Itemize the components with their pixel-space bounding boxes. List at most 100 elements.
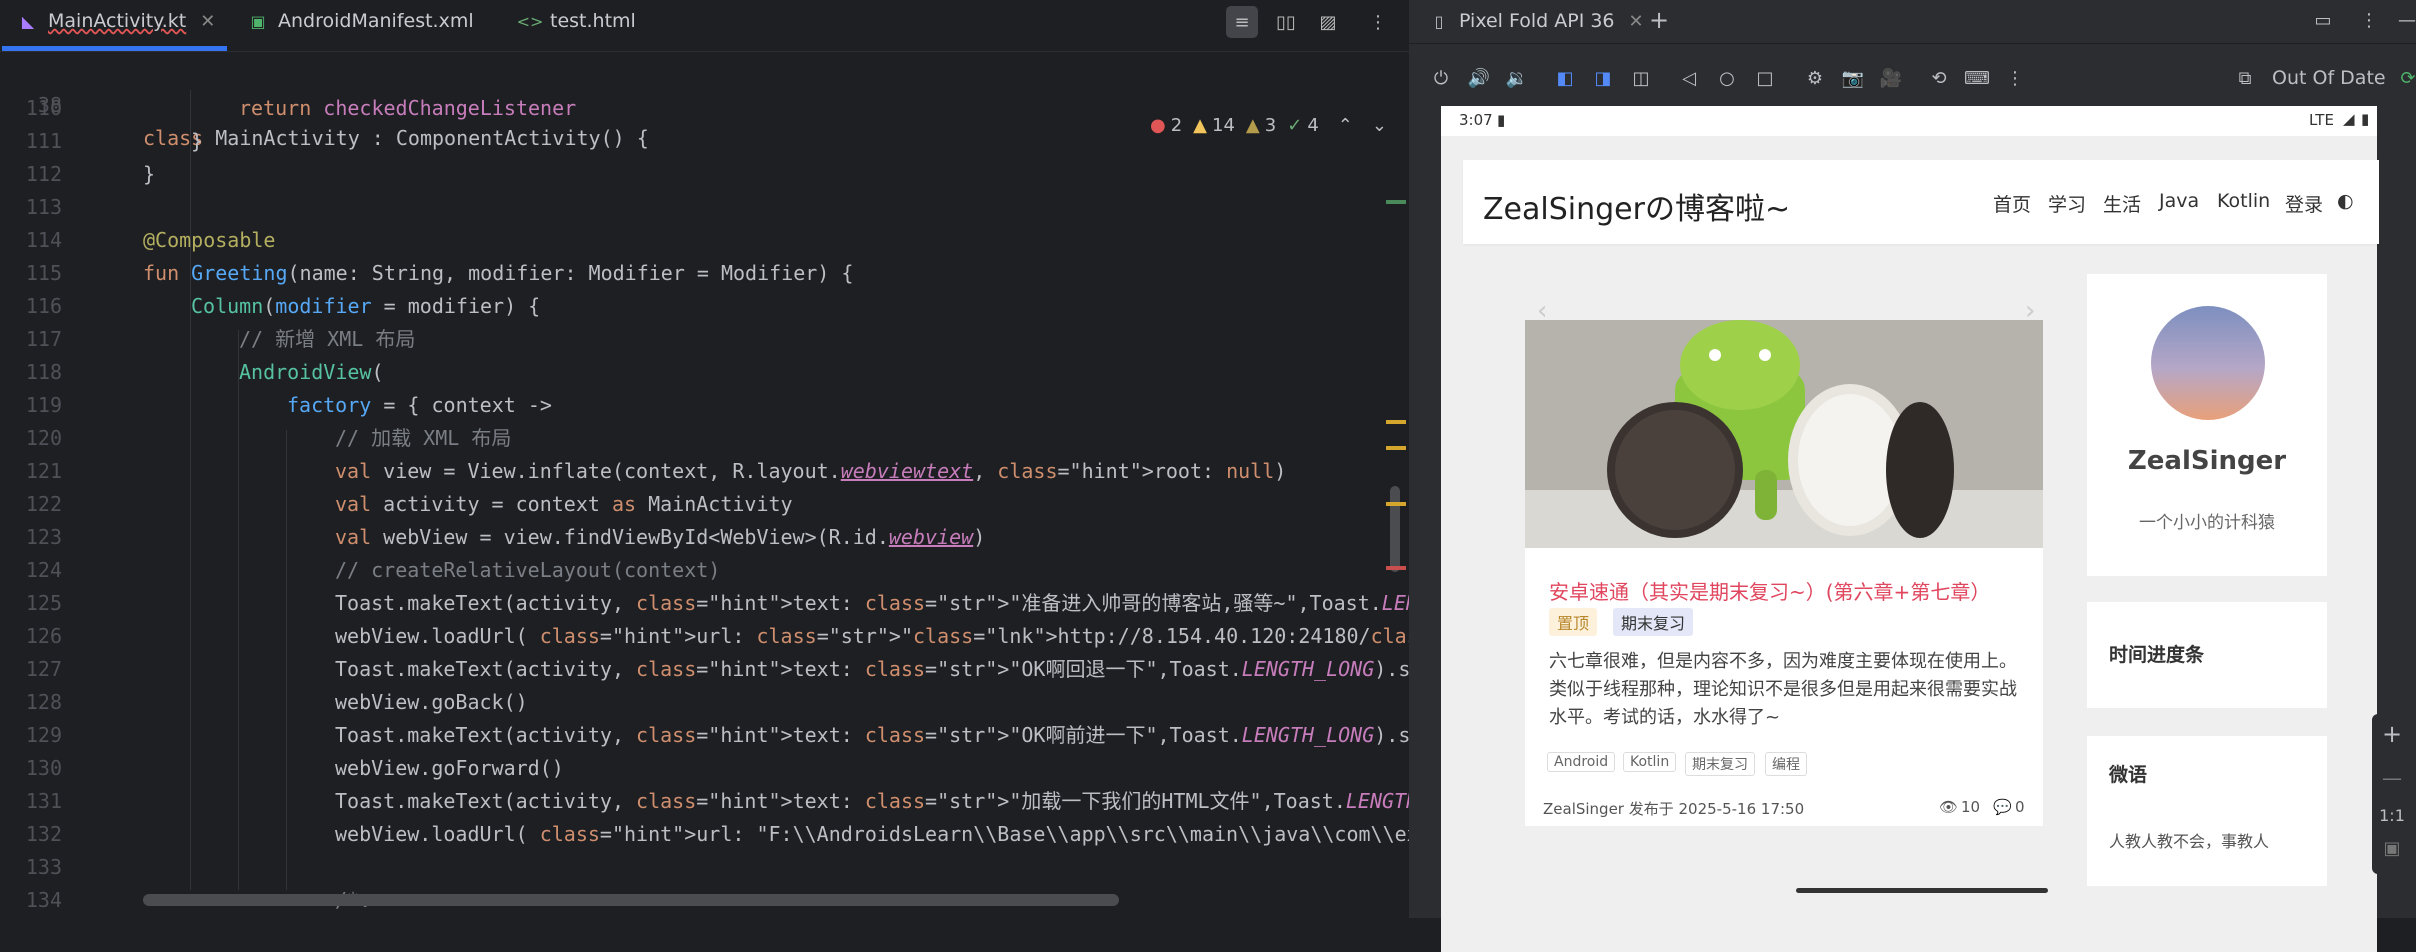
code-line[interactable]: 118 AndroidView( xyxy=(0,356,1409,389)
screenshot-icon[interactable]: 📷 xyxy=(1839,64,1867,92)
back-icon[interactable]: ◁ xyxy=(1675,64,1703,92)
tab-test-html[interactable]: <> test.html xyxy=(517,0,636,42)
profile-card: ZealSinger 一个小小的计科猿 xyxy=(2087,274,2327,576)
code-line[interactable]: 114 @Composable xyxy=(0,224,1409,257)
post-title[interactable]: 安卓速通（其实是期末复习~）(第六章+第七章） xyxy=(1549,576,1990,605)
gesture-nav-pill[interactable] xyxy=(1796,888,2048,893)
nav-kotlin[interactable]: Kotlin xyxy=(2217,190,2270,212)
more-icon[interactable]: ⋮ xyxy=(2001,64,2029,92)
post-summary: 六七章很难，但是内容不多，因为难度主要体现在使用上。类似于线程那种，理论知识不是… xyxy=(1549,651,2017,728)
micro-post-text: 人教人教不会，事教人 xyxy=(2109,832,2270,851)
pinned-badge: 置顶 xyxy=(1549,608,1598,636)
code-line[interactable]: 132 webView.loadUrl( class="hint">url: "F… xyxy=(0,818,1599,851)
record-icon[interactable]: 🎥 xyxy=(1877,64,1905,92)
line-number: 133 xyxy=(25,855,62,879)
device-settings-icon[interactable]: ⚙ xyxy=(1801,64,1829,92)
line-number: 124 xyxy=(25,558,62,582)
tab-mainactivity[interactable]: ◣ MainActivity.kt ✕ xyxy=(18,0,215,42)
more-icon[interactable]: ⋮ xyxy=(1362,6,1394,38)
fold-icon[interactable]: ◧ xyxy=(1551,64,1579,92)
vertical-scrollbar[interactable] xyxy=(1390,486,1400,572)
zoom-in-icon[interactable]: + xyxy=(2372,720,2412,748)
code-line[interactable]: 116 Column(modifier = modifier) { xyxy=(0,290,1409,323)
tab-androidmanifest[interactable]: ▣ AndroidManifest.xml xyxy=(248,0,473,42)
line-number: 111 xyxy=(25,129,62,153)
code-line[interactable]: 110 return checkedChangeListener xyxy=(0,92,1409,125)
close-icon[interactable]: ✕ xyxy=(1629,11,1644,32)
active-tab-indicator xyxy=(2,46,227,51)
zoom-actual-size[interactable]: 1:1 xyxy=(2372,806,2412,825)
category-badge[interactable]: 期末复习 xyxy=(1613,608,1694,636)
avatar[interactable] xyxy=(2151,306,2265,420)
nav-home[interactable]: 首页 xyxy=(1993,190,2031,217)
code-line[interactable]: 122 val activity = context as MainActivit… xyxy=(0,488,1409,521)
unfold-icon[interactable]: ◫ xyxy=(1627,64,1655,92)
more-icon[interactable]: ⋮ xyxy=(2355,6,2383,34)
phone-screen[interactable]: 3:07 ▮ LTE ◢ ▮ ZealSingerの博客啦~ 首页 学习 生活 … xyxy=(1441,106,2379,952)
device-tab-bar: ▯ Pixel Fold API 36 ✕ + ▭ ⋮ — xyxy=(1409,0,2416,44)
close-icon[interactable]: ✕ xyxy=(200,11,215,32)
line-code: webView.goForward() xyxy=(335,756,564,780)
code-line[interactable]: 113 xyxy=(0,191,1409,224)
line-code: } xyxy=(143,162,156,186)
power-icon[interactable]: ⏻ xyxy=(1427,64,1455,92)
error-stripe-marks xyxy=(1386,200,1406,204)
code-line[interactable]: 111} xyxy=(0,125,1409,158)
volume-up-icon[interactable]: 🔊 xyxy=(1465,64,1493,92)
mirror-icon[interactable]: ⧉ xyxy=(2231,64,2259,92)
zoom-out-icon[interactable]: — xyxy=(2372,766,2412,790)
post-tag[interactable]: Android xyxy=(1547,752,1616,772)
nav-login[interactable]: 登录 xyxy=(2285,190,2323,217)
nav-java[interactable]: Java xyxy=(2159,190,2199,212)
code-line[interactable]: 127 Toast.makeText(activity, class="hint"… xyxy=(0,653,1471,686)
minimize-icon[interactable]: — xyxy=(2393,6,2416,34)
home-icon[interactable]: ○ xyxy=(1713,64,1741,92)
code-line[interactable]: 115 fun Greeting(name: String, modifier: … xyxy=(0,257,1409,290)
code-line[interactable]: 123 val webView = view.findViewById<WebVi… xyxy=(0,521,1409,554)
post-tag[interactable]: 编程 xyxy=(1765,752,1807,776)
line-code: webView.goBack() xyxy=(335,690,528,714)
code-line[interactable]: 125 Toast.makeText(activity, class="hint"… xyxy=(0,587,1611,620)
device-tab[interactable]: ▯ Pixel Fold API 36 ✕ xyxy=(1429,0,1644,42)
code-line[interactable]: 133 xyxy=(0,851,1409,884)
post-card[interactable]: 安卓速通（其实是期末复习~）(第六章+第七章） 置顶 期末复习 六七章很难，但是… xyxy=(1525,320,2043,826)
line-number: 113 xyxy=(25,195,62,219)
code-line[interactable]: 121 val view = View.inflate(context, R.la… xyxy=(0,455,1409,488)
code-line[interactable]: 131 Toast.makeText(activity, class="hint"… xyxy=(0,785,1575,818)
line-code: // 新增 XML 布局 xyxy=(239,327,416,351)
code-line[interactable]: 128 webView.goBack() xyxy=(0,686,1409,719)
split-view-icon[interactable]: ▯▯ xyxy=(1270,6,1302,38)
warning-stripe-marks xyxy=(1386,420,1406,450)
code-view-icon[interactable]: ≡ xyxy=(1226,6,1258,38)
post-tag[interactable]: 期末复习 xyxy=(1685,752,1755,776)
code-line[interactable]: 120 // 加载 XML 布局 xyxy=(0,422,1409,455)
overview-icon[interactable]: □ xyxy=(1751,64,1779,92)
nav-life[interactable]: 生活 xyxy=(2103,190,2141,217)
volume-down-icon[interactable]: 🔉 xyxy=(1503,64,1531,92)
code-line[interactable]: 126 webView.loadUrl( class="hint">url: cl… xyxy=(0,620,1539,653)
code-line[interactable]: 130 webView.goForward() xyxy=(0,752,1409,785)
nav-study[interactable]: 学习 xyxy=(2048,190,2086,217)
rotate-icon[interactable]: ⟲ xyxy=(1925,64,1953,92)
maximize-icon[interactable]: ▭ xyxy=(2309,6,2337,34)
keyboard-icon[interactable]: ⌨ xyxy=(1963,64,1991,92)
site-title[interactable]: ZealSingerの博客啦~ xyxy=(1483,184,1790,228)
fit-screen-icon[interactable]: ▣ xyxy=(2372,838,2412,859)
emulator-toolbar: ⏻ 🔊 🔉 ◧ ◨ ◫ ◁ ○ □ ⚙ 📷 🎥 ⟲ ⌨ ⋮ ⧉ Out Of D… xyxy=(1409,58,2416,98)
code-line[interactable]: 129 Toast.makeText(activity, class="hint"… xyxy=(0,719,1471,752)
add-device-icon[interactable]: + xyxy=(1645,6,1673,34)
code-line[interactable]: 117 // 新增 XML 布局 xyxy=(0,323,1409,356)
code-line[interactable]: 124 // createRelativeLayout(context) xyxy=(0,554,1409,587)
widget-title: 时间进度条 xyxy=(2109,644,2205,666)
code-line[interactable]: 119 factory = { context -> xyxy=(0,389,1409,422)
design-view-icon[interactable]: ▨ xyxy=(1312,6,1344,38)
sync-icon[interactable]: ⟳ xyxy=(2394,64,2416,92)
emulator-status[interactable]: Out Of Date xyxy=(2272,64,2386,92)
webview-page[interactable]: ZealSingerの博客啦~ 首页 学习 生活 Java Kotlin 登录 … xyxy=(1441,136,2379,952)
half-fold-icon[interactable]: ◨ xyxy=(1589,64,1617,92)
post-tag[interactable]: Kotlin xyxy=(1623,752,1677,772)
code-line[interactable]: 112} xyxy=(0,158,1409,191)
horizontal-scrollbar[interactable] xyxy=(143,894,1119,906)
theme-toggle-icon[interactable]: ◐ xyxy=(2337,190,2354,212)
line-number: 132 xyxy=(25,822,62,846)
